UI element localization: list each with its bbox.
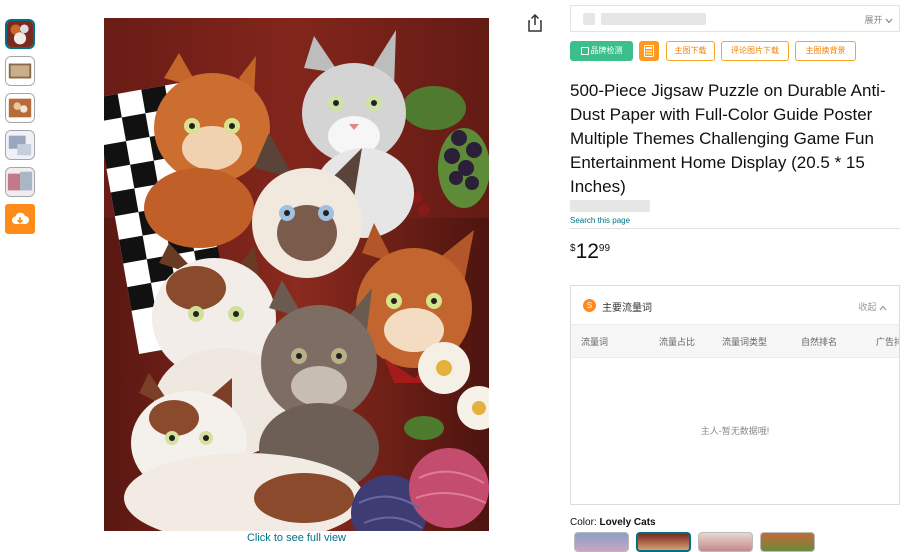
color-swatch[interactable]	[574, 532, 629, 552]
expand-label: 展开	[864, 15, 883, 25]
thumbnail-1[interactable]	[5, 19, 35, 49]
blurred-content	[583, 13, 595, 25]
collapse-toggle[interactable]: 收起	[858, 300, 887, 313]
click-full-view-link[interactable]: Click to see full view	[104, 532, 489, 544]
extension-topbar: 展开	[570, 5, 900, 32]
calculator-icon	[644, 45, 654, 57]
chevron-up-icon	[879, 305, 887, 311]
thumbnail-3[interactable]	[5, 93, 35, 123]
panel-header: S 主要流量词 收起	[571, 286, 899, 324]
thumbnail-5[interactable]	[5, 167, 35, 197]
selected-color: Lovely Cats	[599, 517, 656, 528]
price-currency: $	[570, 243, 576, 254]
traffic-logo-icon: S	[583, 299, 596, 312]
column-header[interactable]: 自然排名	[801, 335, 837, 348]
collapse-label: 收起	[858, 302, 877, 312]
thumbnail-column	[5, 19, 37, 234]
download-images-button[interactable]	[5, 204, 35, 234]
color-swatch[interactable]	[698, 532, 753, 552]
column-header[interactable]: 流量词类型	[722, 335, 767, 348]
price-fraction: 99	[598, 243, 611, 254]
brand-check-button[interactable]: 品牌检测	[570, 41, 633, 61]
divider	[570, 228, 900, 229]
column-header[interactable]: 广告排	[876, 335, 899, 348]
main-image-download-button[interactable]: 主图下载	[666, 41, 715, 61]
traffic-keywords-panel: S 主要流量词 收起 流量词 流量占比 流量词类型 自然排名 广告排 主人-暂无…	[570, 285, 900, 505]
color-swatch-selected[interactable]	[636, 532, 691, 552]
search-this-page-link[interactable]: Search this page	[570, 216, 630, 225]
panel-title: 主要流量词	[602, 303, 652, 314]
thumbnail-4[interactable]	[5, 130, 35, 160]
expand-toggle[interactable]: 展开	[864, 13, 893, 26]
review-image-download-button[interactable]: 评论图片下载	[721, 41, 789, 61]
shield-icon	[580, 46, 589, 55]
product-title: 500-Piece Jigsaw Puzzle on Durable Anti-…	[570, 81, 886, 196]
calculator-button[interactable]	[639, 41, 659, 61]
blurred-content	[601, 13, 706, 25]
column-header[interactable]: 流量占比	[659, 335, 695, 348]
brand-check-label: 品牌检测	[590, 46, 623, 55]
price: $1299	[570, 240, 610, 264]
column-header[interactable]: 流量词	[581, 335, 608, 348]
color-label: Color:	[570, 517, 597, 528]
blurred-content	[570, 200, 650, 212]
chevron-down-icon	[885, 18, 893, 24]
color-swatch[interactable]	[760, 532, 815, 552]
cats-puzzle-illustration	[104, 18, 489, 531]
share-icon[interactable]	[527, 14, 543, 32]
main-image-bg-button[interactable]: 主图换背景	[795, 41, 856, 61]
color-selector-label: Color: Lovely Cats	[570, 517, 656, 528]
table-header: 流量词 流量占比 流量词类型 自然排名 广告排	[571, 324, 899, 358]
main-product-image[interactable]	[104, 18, 489, 531]
empty-state-text: 主人-暂无数据哦!	[700, 426, 770, 436]
thumbnail-2[interactable]	[5, 56, 35, 86]
price-whole: 12	[575, 240, 599, 263]
cloud-download-icon	[12, 212, 29, 224]
